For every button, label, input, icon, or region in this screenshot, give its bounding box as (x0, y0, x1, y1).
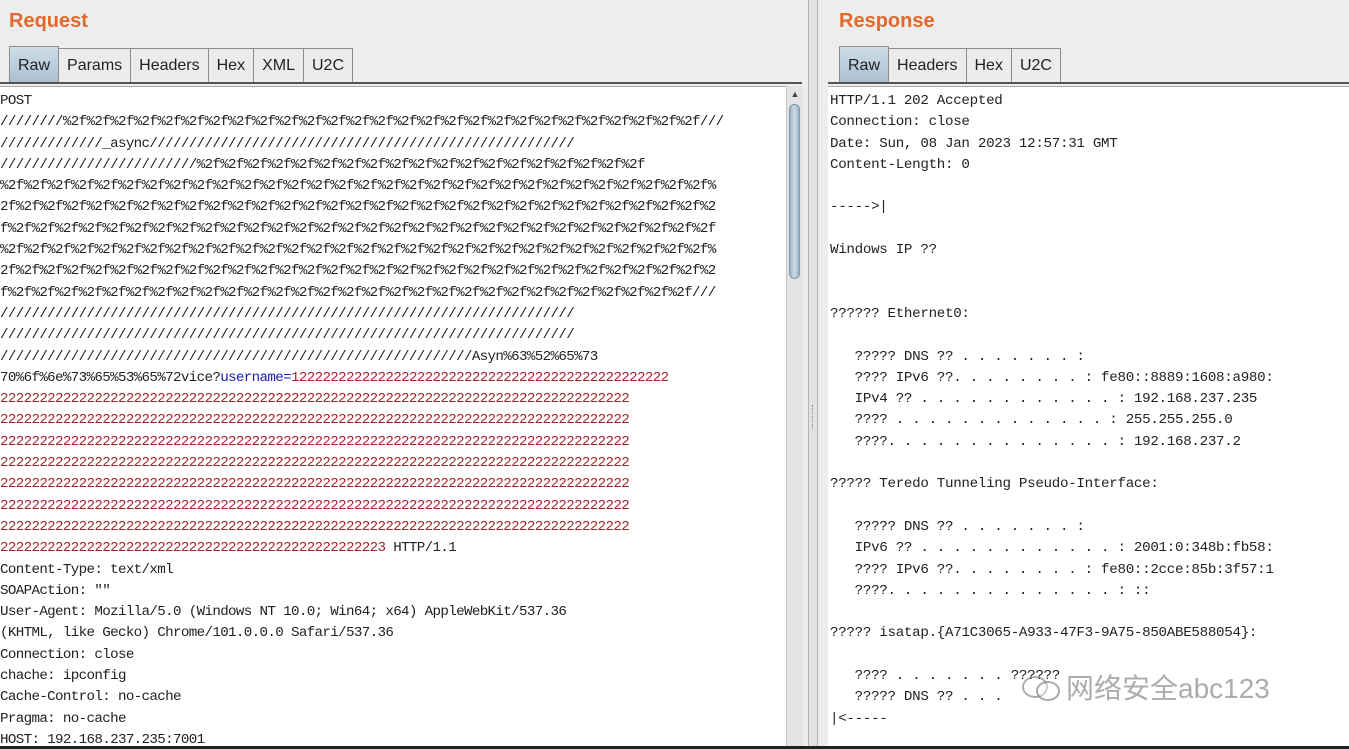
request-url-text: POST ////////%2f%2f%2f%2f%2f%2f%2f%2f%2f… (0, 93, 724, 386)
response-tab-hex[interactable]: Hex (965, 48, 1012, 82)
response-title: Response (839, 10, 935, 32)
request-tab-raw[interactable]: Raw (9, 46, 60, 82)
request-raw-editor[interactable]: POST ////////%2f%2f%2f%2f%2f%2f%2f%2f%2f… (0, 86, 786, 749)
request-tab-params[interactable]: Params (58, 48, 132, 82)
response-raw-text: HTTP/1.1 202 Accepted Connection: close … (830, 93, 1274, 727)
request-tab-hex[interactable]: Hex (207, 48, 255, 82)
scroll-up-arrow-icon[interactable]: ▲ (787, 86, 803, 102)
response-tab-underline (828, 82, 1349, 84)
splitter-grip-icon[interactable] (812, 405, 815, 429)
watermark: 网络安全abc123 (1020, 667, 1270, 707)
request-tab-xml[interactable]: XML (253, 48, 304, 82)
watermark-text: 网络安全abc123 (1066, 673, 1270, 704)
request-tab-underline (0, 82, 802, 84)
response-tabs: Raw Headers Hex U2C (839, 46, 1061, 82)
request-scrollbar[interactable]: ▲ (786, 86, 803, 749)
response-raw-viewer[interactable]: HTTP/1.1 202 Accepted Connection: close … (828, 86, 1349, 749)
request-tabs: Raw Params Headers Hex XML U2C (9, 46, 353, 82)
wechat-icon (1020, 672, 1060, 702)
response-tab-headers[interactable]: Headers (888, 48, 967, 82)
pane-splitter[interactable] (808, 0, 818, 749)
request-scroll-thumb[interactable] (789, 104, 800, 279)
response-pane: Response Raw Headers Hex U2C HTTP/1.1 20… (818, 0, 1349, 749)
request-tab-u2c[interactable]: U2C (302, 48, 353, 82)
response-tab-raw[interactable]: Raw (839, 46, 890, 82)
request-pane: Request Raw Params Headers Hex XML U2C P… (0, 0, 808, 749)
request-tab-headers[interactable]: Headers (130, 48, 209, 82)
request-param-name: username= (220, 369, 291, 386)
response-tab-u2c[interactable]: U2C (1010, 48, 1061, 82)
request-headers-text: HTTP/1.1 Content-Type: text/xml SOAPActi… (0, 540, 567, 748)
request-raw-text: POST ////////%2f%2f%2f%2f%2f%2f%2f%2f%2f… (0, 91, 724, 749)
request-title: Request (9, 10, 88, 32)
request-param-value: 1222222222222222222222222222222222222222… (0, 369, 669, 557)
